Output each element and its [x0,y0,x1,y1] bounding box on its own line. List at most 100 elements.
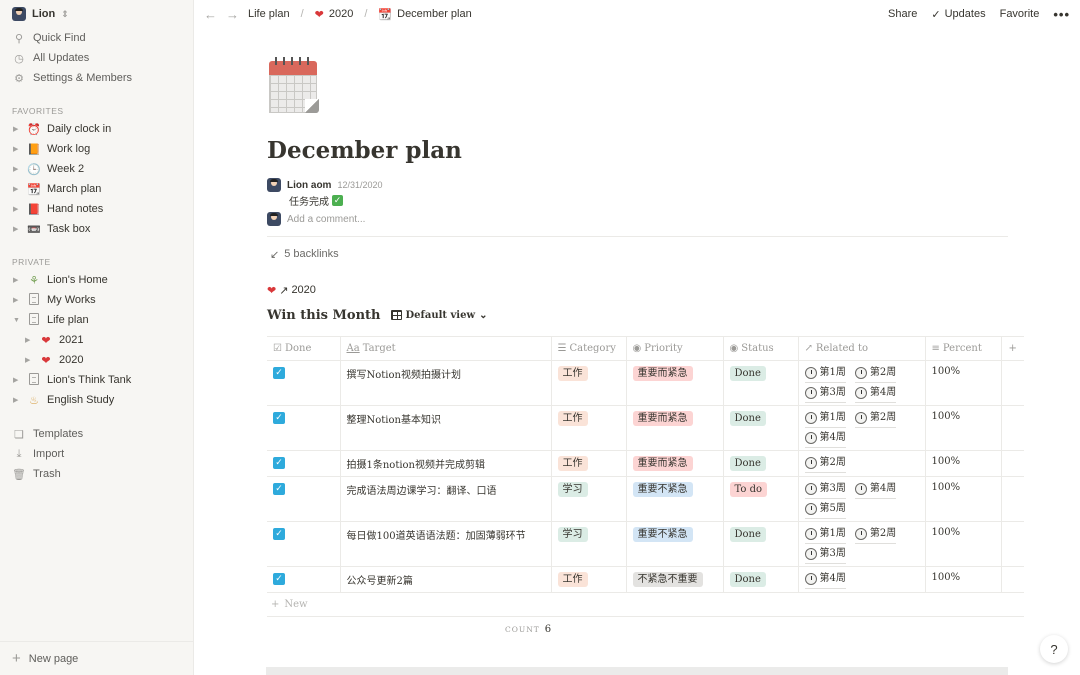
column-header-priority[interactable]: ◉ Priority [626,336,724,361]
related-cell[interactable]: 第4周 [798,566,926,593]
forward-arrow-icon[interactable]: → [226,7,239,22]
help-button[interactable]: ? [1040,635,1068,663]
related-cell[interactable]: 第1周 第2周 第3周 第4周 [798,360,926,406]
favorite-button[interactable]: Favorite [1000,8,1040,20]
category-cell[interactable]: 工作 [551,405,627,451]
add-column-button[interactable]: + [1001,336,1024,361]
related-week-link[interactable]: 第4周 [804,428,846,448]
related-week-link[interactable]: 第1周 [804,363,846,383]
related-week-link[interactable]: 第4周 [804,569,846,589]
sidebar-item-2021[interactable]: ▶ ❤ 2021 [0,330,193,350]
priority-cell[interactable]: 重要而紧急 [626,405,724,451]
back-arrow-icon[interactable]: ← [204,7,217,22]
database-title[interactable]: Win this Month [267,308,381,323]
sidebar-item-my-works[interactable]: ▶ My Works [0,290,193,310]
breadcrumb-december-plan[interactable]: December plan [397,8,472,20]
expand-triangle-icon[interactable]: ▶ [13,396,21,404]
expand-triangle-icon[interactable]: ▶ [13,225,21,233]
related-week-link[interactable]: 第4周 [854,383,897,403]
sidebar-item-english-study[interactable]: ▶ ♨ English Study [0,390,193,410]
column-header-category[interactable]: ☰ Category [551,336,627,361]
column-header-related[interactable]: ↗ Related to [798,336,926,361]
priority-cell[interactable]: 重要而紧急 [626,450,724,477]
percent-cell[interactable]: 100% [925,476,1002,522]
category-cell[interactable]: 学习 [551,476,627,522]
sidebar-item-hand-notes[interactable]: ▶ 📕 Hand notes [0,199,193,219]
related-cell[interactable]: 第1周 第2周 第4周 [798,405,926,451]
expand-triangle-icon[interactable]: ▶ [13,296,21,304]
checkbox-checked[interactable]: ✓ [273,573,285,585]
table-row[interactable]: ✓ 公众号更新2篇 工作 不紧急不重要 Done 第4周 100% [267,566,1024,593]
updates-button[interactable]: ✓ Updates [931,8,985,21]
priority-cell[interactable]: 重要不紧急 [626,521,724,567]
done-cell[interactable]: ✓ [267,360,341,406]
target-cell[interactable]: 公众号更新2篇 [340,566,552,593]
column-header-target[interactable]: Aa Target [340,336,552,361]
view-selector[interactable]: Default view ⌄ [390,310,487,321]
status-cell[interactable]: Done [723,450,799,477]
horizontal-scrollbar[interactable] [266,667,1008,675]
table-row[interactable]: ✓ 完成语法周边课学习：翻译、口语 学习 重要不紧急 To do 第3周 第4周 第5周 100… [267,476,1024,522]
percent-cell[interactable]: 100% [925,360,1002,406]
priority-cell[interactable]: 重要不紧急 [626,476,724,522]
sidebar-templates[interactable]: ❏ Templates [0,424,193,444]
column-header-status[interactable]: ◉ Status [723,336,799,361]
expand-triangle-icon[interactable]: ▶ [13,145,21,153]
related-week-link[interactable]: 第1周 [804,408,846,428]
sidebar-item-think-tank[interactable]: ▶ Lion's Think Tank [0,370,193,390]
collapse-triangle-icon[interactable]: ▼ [13,317,21,324]
sidebar-item-daily-clock-in[interactable]: ▶ ⏰ Daily clock in [0,119,193,139]
related-cell[interactable]: 第3周 第4周 第5周 [798,476,926,522]
related-cell[interactable]: 第1周 第2周 第3周 [798,521,926,567]
table-row[interactable]: ✓ 拍摄1条notion视频并完成剪辑 工作 重要而紧急 Done 第2周 100% [267,450,1024,477]
done-cell[interactable]: ✓ [267,476,341,522]
percent-cell[interactable]: 100% [925,405,1002,451]
column-header-done[interactable]: ☑ Done [267,336,341,361]
related-week-link[interactable]: 第3周 [804,479,846,499]
related-week-link[interactable]: 第3周 [804,383,846,403]
page-title[interactable]: December plan [267,137,1024,167]
related-week-link[interactable]: 第4周 [854,479,897,499]
add-comment-input[interactable]: Add a comment... [267,212,365,226]
done-cell[interactable]: ✓ [267,450,341,477]
sidebar-item-life-plan[interactable]: ▼ Life plan [0,310,193,330]
status-cell[interactable]: Done [723,405,799,451]
related-week-link[interactable]: 第2周 [854,408,897,428]
expand-triangle-icon[interactable]: ▶ [13,165,21,173]
related-cell[interactable]: 第2周 [798,450,926,477]
status-cell[interactable]: Done [723,360,799,406]
workspace-switcher[interactable]: Lion ⇕ [0,0,193,28]
done-cell[interactable]: ✓ [267,521,341,567]
new-page-button[interactable]: + New page [0,641,194,675]
expand-triangle-icon[interactable]: ▶ [13,125,21,133]
sidebar-item-2020[interactable]: ▶ ❤ 2020 [0,350,193,370]
page-link-2020[interactable]: ❤ ↗ 2020 [267,280,1024,300]
status-cell[interactable]: Done [723,566,799,593]
related-week-link[interactable]: 第3周 [804,544,846,564]
percent-cell[interactable]: 100% [925,566,1002,593]
expand-triangle-icon[interactable]: ▶ [25,356,33,364]
related-week-link[interactable]: 第5周 [804,499,846,519]
percent-cell[interactable]: 100% [925,450,1002,477]
column-header-percent[interactable]: ≡ Percent [925,336,1002,361]
breadcrumb-2020[interactable]: 2020 [329,8,353,20]
new-row-button[interactable]: + New [267,593,1024,617]
target-cell[interactable]: 完成语法周边课学习：翻译、口语 [340,476,552,522]
checkbox-checked[interactable]: ✓ [273,367,285,379]
checkbox-checked[interactable]: ✓ [273,412,285,424]
checkbox-checked[interactable]: ✓ [273,457,285,469]
category-cell[interactable]: 工作 [551,360,627,406]
sidebar-item-lions-home[interactable]: ▶ ⚘ Lion's Home [0,270,193,290]
sidebar-item-march-plan[interactable]: ▶ 📆 March plan [0,179,193,199]
page-calendar-icon[interactable] [267,55,319,113]
related-week-link[interactable]: 第1周 [804,524,846,544]
related-week-link[interactable]: 第2周 [854,363,897,383]
checkbox-checked[interactable]: ✓ [273,528,285,540]
target-cell[interactable]: 撰写Notion视频拍摄计划 [340,360,552,406]
sidebar-item-week-2[interactable]: ▶ 🕒 Week 2 [0,159,193,179]
category-cell[interactable]: 学习 [551,521,627,567]
sidebar-item-work-log[interactable]: ▶ 📙 Work log [0,139,193,159]
related-week-link[interactable]: 第2周 [804,453,846,473]
expand-triangle-icon[interactable]: ▶ [13,185,21,193]
more-options-icon[interactable]: ••• [1053,7,1070,22]
